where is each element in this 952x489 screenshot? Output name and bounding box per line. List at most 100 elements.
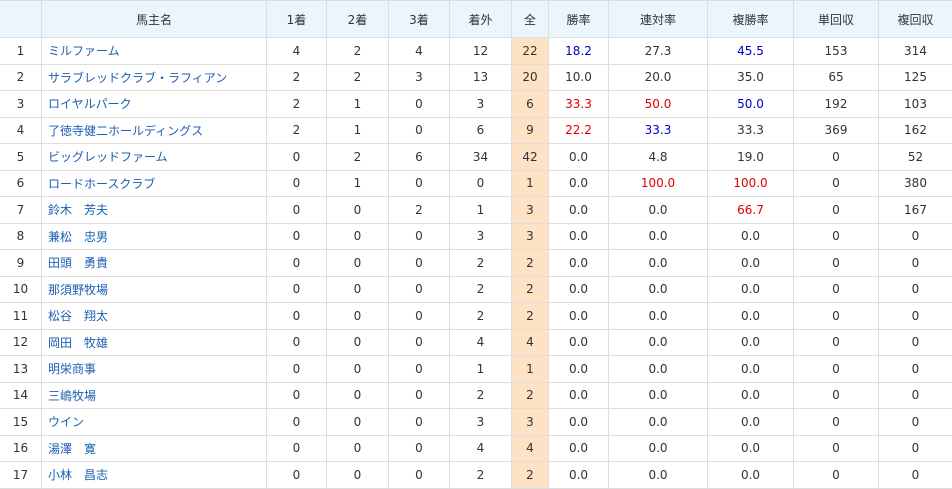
total-count-cell: 9: [512, 117, 549, 144]
first-count-cell: 2: [267, 117, 327, 144]
owner-link[interactable]: 三嶋牧場: [48, 389, 96, 403]
owner-cell[interactable]: 湯澤 寛: [42, 435, 267, 462]
owner-link[interactable]: ビッグレッドファーム: [48, 150, 168, 164]
owner-link[interactable]: 田頭 勇貴: [48, 256, 108, 270]
owner-cell[interactable]: 兼松 忠男: [42, 223, 267, 250]
owner-cell[interactable]: 鈴木 芳夫: [42, 197, 267, 224]
second-count-cell: 2: [327, 38, 389, 65]
show-rate-cell: 0.0: [708, 462, 794, 489]
second-count-cell: 0: [327, 223, 389, 250]
owner-cell[interactable]: サラブレッドクラブ・ラフィアン: [42, 64, 267, 91]
owner-link[interactable]: 那須野牧場: [48, 283, 108, 297]
col-header-owner[interactable]: 馬主名: [42, 1, 267, 38]
show-rate-cell: 0.0: [708, 435, 794, 462]
owner-link[interactable]: 岡田 牧雄: [48, 336, 108, 350]
first-count-cell: 0: [267, 223, 327, 250]
owner-link[interactable]: サラブレッドクラブ・ラフィアン: [48, 71, 227, 85]
win-return-cell: 0: [794, 435, 879, 462]
owner-link[interactable]: 兼松 忠男: [48, 230, 108, 244]
col-header-out[interactable]: 着外: [450, 1, 512, 38]
col-header-show-rate[interactable]: 複勝率: [708, 1, 794, 38]
out-count-cell: 0: [450, 170, 512, 197]
owner-cell[interactable]: 那須野牧場: [42, 276, 267, 303]
win-rate-cell: 22.2: [549, 117, 609, 144]
table-row: 4了徳寺健二ホールディングス2106922.233.333.3369162: [0, 117, 952, 144]
owner-cell[interactable]: 田頭 勇貴: [42, 250, 267, 277]
place-rate-cell: 0.0: [609, 356, 708, 383]
show-return-cell: 0: [879, 223, 952, 250]
rank-cell: 10: [0, 276, 42, 303]
owner-cell[interactable]: 小林 昌志: [42, 462, 267, 489]
win-return-cell: 0: [794, 276, 879, 303]
col-header-second[interactable]: 2着: [327, 1, 389, 38]
first-count-cell: 0: [267, 356, 327, 383]
second-count-cell: 0: [327, 382, 389, 409]
out-count-cell: 2: [450, 276, 512, 303]
table-row: 14三嶋牧場000220.00.00.000: [0, 382, 952, 409]
owner-cell[interactable]: ロイヤルパーク: [42, 91, 267, 118]
total-count-cell: 1: [512, 356, 549, 383]
third-count-cell: 0: [389, 223, 450, 250]
col-header-win-return[interactable]: 単回収: [794, 1, 879, 38]
owner-cell[interactable]: 明栄商事: [42, 356, 267, 383]
col-header-third[interactable]: 3着: [389, 1, 450, 38]
owner-link[interactable]: 松谷 翔太: [48, 309, 108, 323]
rank-cell: 17: [0, 462, 42, 489]
win-rate-cell: 0.0: [549, 303, 609, 330]
owner-link[interactable]: 了徳寺健二ホールディングス: [48, 124, 203, 138]
owner-link[interactable]: ミルファーム: [48, 44, 120, 58]
table-row: 5ビッグレッドファーム02634420.04.819.0052: [0, 144, 952, 171]
owner-link[interactable]: ウイン: [48, 415, 84, 429]
total-count-cell: 22: [512, 38, 549, 65]
owner-link[interactable]: 湯澤 寛: [48, 442, 96, 456]
rank-cell: 4: [0, 117, 42, 144]
win-return-cell: 0: [794, 170, 879, 197]
show-return-cell: 0: [879, 250, 952, 277]
third-count-cell: 0: [389, 303, 450, 330]
rank-cell: 5: [0, 144, 42, 171]
second-count-cell: 0: [327, 462, 389, 489]
owner-cell[interactable]: 三嶋牧場: [42, 382, 267, 409]
owner-cell[interactable]: ビッグレッドファーム: [42, 144, 267, 171]
owner-link[interactable]: 小林 昌志: [48, 468, 108, 482]
owner-cell[interactable]: ウイン: [42, 409, 267, 436]
owner-cell[interactable]: 松谷 翔太: [42, 303, 267, 330]
owner-cell[interactable]: 岡田 牧雄: [42, 329, 267, 356]
col-header-first[interactable]: 1着: [267, 1, 327, 38]
place-rate-cell: 20.0: [609, 64, 708, 91]
total-count-cell: 3: [512, 409, 549, 436]
owner-cell[interactable]: ロードホースクラブ: [42, 170, 267, 197]
third-count-cell: 3: [389, 64, 450, 91]
owner-cell[interactable]: 了徳寺健二ホールディングス: [42, 117, 267, 144]
col-header-show-return[interactable]: 複回収: [879, 1, 952, 38]
show-return-cell: 0: [879, 356, 952, 383]
win-rate-cell: 18.2: [549, 38, 609, 65]
total-count-cell: 6: [512, 91, 549, 118]
rank-cell: 6: [0, 170, 42, 197]
third-count-cell: 0: [389, 356, 450, 383]
second-count-cell: 0: [327, 435, 389, 462]
win-return-cell: 0: [794, 462, 879, 489]
first-count-cell: 2: [267, 91, 327, 118]
owner-link[interactable]: 鈴木 芳夫: [48, 203, 108, 217]
owner-link[interactable]: 明栄商事: [48, 362, 96, 376]
col-header-place-rate[interactable]: 連対率: [609, 1, 708, 38]
win-rate-cell: 0.0: [549, 409, 609, 436]
owner-cell[interactable]: ミルファーム: [42, 38, 267, 65]
show-rate-cell: 0.0: [708, 303, 794, 330]
rank-cell: 3: [0, 91, 42, 118]
win-rate-cell: 0.0: [549, 382, 609, 409]
col-header-total[interactable]: 全: [512, 1, 549, 38]
total-count-cell: 2: [512, 250, 549, 277]
owner-link[interactable]: ロイヤルパーク: [48, 97, 132, 111]
first-count-cell: 0: [267, 197, 327, 224]
owner-link[interactable]: ロードホースクラブ: [48, 177, 155, 191]
second-count-cell: 1: [327, 91, 389, 118]
table-row: 8兼松 忠男000330.00.00.000: [0, 223, 952, 250]
place-rate-cell: 0.0: [609, 276, 708, 303]
table-row: 6ロードホースクラブ010010.0100.0100.00380: [0, 170, 952, 197]
win-return-cell: 0: [794, 144, 879, 171]
total-count-cell: 2: [512, 303, 549, 330]
first-count-cell: 4: [267, 38, 327, 65]
col-header-win-rate[interactable]: 勝率: [549, 1, 609, 38]
